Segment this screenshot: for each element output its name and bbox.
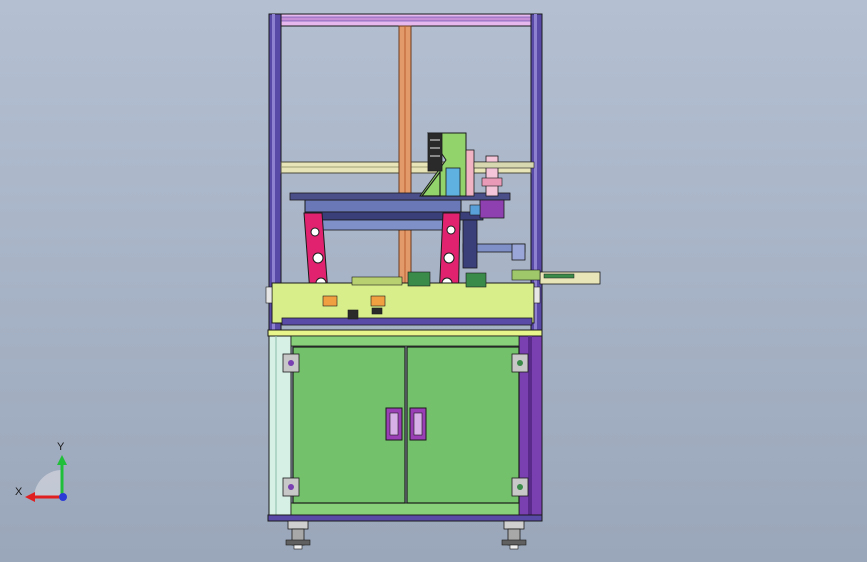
caster-wheel-icon: [285, 520, 311, 550]
x-axis-label: X: [15, 486, 23, 498]
gantry-beam: [304, 199, 462, 213]
cabinet: [267, 329, 543, 522]
machine-drawing: [25, 13, 601, 550]
y-axis-label: Y: [57, 441, 65, 453]
axis-triad: [25, 455, 67, 502]
caster-wheel-icon: [501, 520, 527, 550]
cad-viewport[interactable]: Y X: [0, 0, 867, 562]
door-handle-icon[interactable]: [385, 407, 403, 441]
table-plate: [271, 282, 535, 324]
motor-block: [427, 132, 443, 172]
base-rail: [267, 514, 543, 522]
sensor-left: [322, 295, 338, 307]
door-handle-icon[interactable]: [409, 407, 427, 441]
drive-block: [479, 199, 505, 219]
z-axis-dot: [59, 493, 67, 501]
sensor-right: [370, 295, 386, 307]
